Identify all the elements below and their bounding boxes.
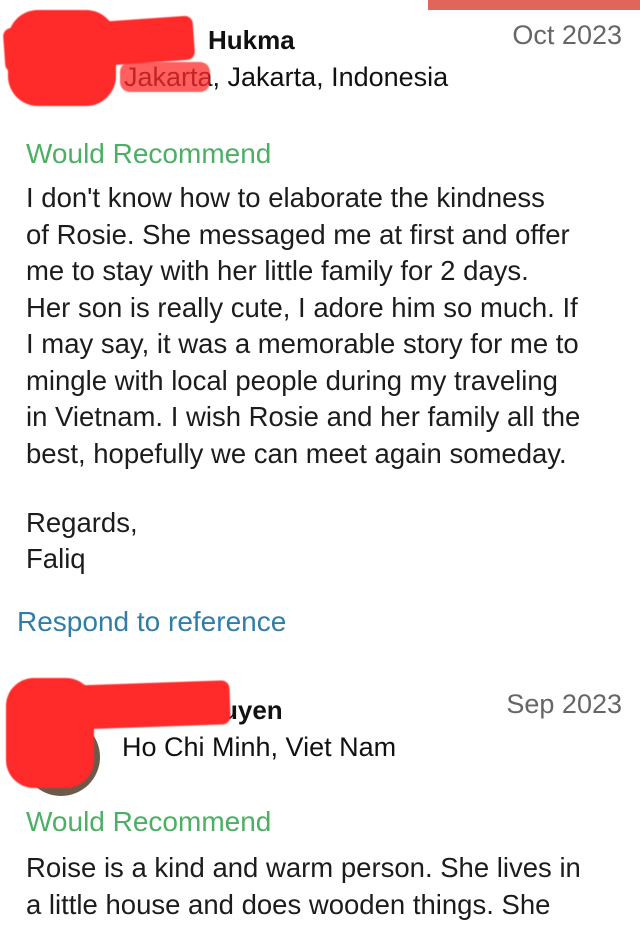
reviewer-name[interactable]: uyen [222,695,283,726]
recommend-label: Would Recommend [26,138,272,169]
reference-body: I don't know how to elaborate the kindne… [26,182,581,469]
respond-to-reference-link[interactable]: Respond to reference [17,606,286,638]
recommend-label: Would Recommend [26,806,272,837]
reviewer-name[interactable]: Hukma [208,25,295,56]
redaction-mark [8,10,116,106]
redaction-mark [120,62,210,92]
reference-date: Sep 2023 [506,689,622,719]
reviewer-location: Ho Chi Minh, Viet Nam [122,732,397,762]
regards-text: Regards, [26,507,138,538]
top-accent-bar [428,0,640,10]
redaction-mark [6,678,94,788]
signature-text: Faliq [26,543,86,574]
reference-body: Roise is a kind and warm person. She liv… [26,852,581,920]
reference-date: Oct 2023 [512,20,622,50]
